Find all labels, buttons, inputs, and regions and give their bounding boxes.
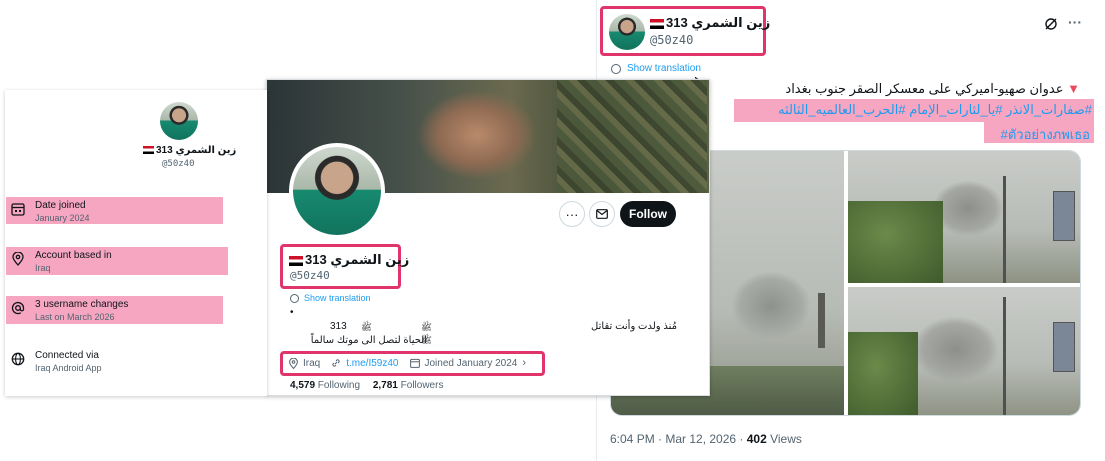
tweet-author-name[interactable]: زين الشمري 313 xyxy=(666,15,770,30)
tweet-views-label: Views xyxy=(766,432,802,446)
tweet-timestamp[interactable]: 6:04 PM · Mar 12, 2026 · xyxy=(610,432,747,446)
location-pin-icon xyxy=(289,357,298,369)
profile-handle: @50z40 xyxy=(290,269,330,282)
bio-dot: • xyxy=(290,307,294,318)
calendar-icon xyxy=(11,203,25,216)
globe-icon xyxy=(11,352,25,366)
iraq-flag-icon xyxy=(143,146,154,155)
tweet-hashtags-line1[interactable]: #صفارات_الانذر #يا_لثارات_الإمام #الحرب_… xyxy=(736,102,1092,118)
iraq-flag-icon xyxy=(289,255,303,266)
tweet-more-button[interactable]: ··· xyxy=(1068,14,1082,30)
profile-joined: Joined January 2024 xyxy=(424,357,518,369)
envelope-icon xyxy=(596,209,608,219)
followers-link[interactable]: 2,781 Followers xyxy=(373,380,444,391)
about-name-row: زين الشمري 313 xyxy=(143,145,236,156)
about-item-connected-via: Connected via Iraq Android App xyxy=(11,350,102,373)
following-link[interactable]: 4,579 Following xyxy=(290,380,360,391)
bio-right-text: مُنذ ولدت وأنت تقاتل xyxy=(591,321,677,332)
bio-mark-1: ﷺ xyxy=(361,322,372,332)
about-item-sub: Iraq xyxy=(35,263,51,273)
tweet-text-line1: ▼ عدوان صهيو-اميركي على معسكر الصقر جنوب… xyxy=(700,81,1080,97)
bio-mark-2: ﷺ xyxy=(421,322,432,332)
translate-icon xyxy=(611,63,621,74)
show-translation-link[interactable]: Show translation xyxy=(627,63,701,74)
profile-card: ··· Follow زين الشمري 313 @50z40 Show tr… xyxy=(266,79,710,396)
calendar-icon xyxy=(409,358,420,368)
link-icon xyxy=(332,359,340,367)
profile-location: Iraq xyxy=(303,357,321,369)
about-item-title: Account based in xyxy=(35,250,112,261)
profile-name: زين الشمري 313 xyxy=(305,252,410,267)
about-name: زين الشمري 313 xyxy=(156,145,237,156)
about-item-sub: January 2024 xyxy=(35,213,90,223)
tweet-author-avatar[interactable] xyxy=(609,14,645,50)
about-item-sub: Iraq Android App xyxy=(35,363,102,373)
profile-show-translation[interactable]: Show translation xyxy=(290,293,371,303)
profile-name-row: زين الشمري 313 xyxy=(289,252,409,268)
red-triangle-icon: ▼ xyxy=(1067,81,1080,96)
about-item-username-changes: 3 username changes Last on March 2026 xyxy=(11,299,128,322)
about-handle: @50z40 xyxy=(162,159,195,169)
about-item-date-joined: Date joined January 2024 xyxy=(11,200,90,223)
tweet-photo-3[interactable] xyxy=(848,287,1080,415)
tweet-author-name-row[interactable]: زين الشمري 313 xyxy=(650,15,770,31)
tweet-views-count: 402 xyxy=(746,432,767,446)
location-pin-icon xyxy=(12,252,24,266)
about-item-account-based-in: Account based in Iraq xyxy=(11,250,112,273)
translate-icon xyxy=(290,293,299,303)
at-icon xyxy=(11,301,25,315)
tweet-show-translation[interactable]: Show translation xyxy=(611,63,701,74)
profile-follow-stats: 4,579 Following 2,781 Followers xyxy=(290,380,443,391)
grok-icon[interactable] xyxy=(1044,17,1058,31)
tweet-photo-2[interactable] xyxy=(848,151,1080,283)
tweet-hashtags-line2[interactable]: #ตัวอย่างภพเธอ xyxy=(986,124,1090,145)
profile-avatar[interactable] xyxy=(289,143,385,239)
iraq-flag-icon xyxy=(650,18,664,29)
profile-more-button[interactable]: ··· xyxy=(559,201,585,227)
profile-website-link[interactable]: t.me/I59z40 xyxy=(346,358,398,369)
about-avatar xyxy=(160,102,198,140)
tweet-meta: 6:04 PM · Mar 12, 2026 · 402 Views xyxy=(610,432,802,446)
profile-meta-row: Iraq t.me/I59z40 Joined January 2024 › xyxy=(289,357,526,369)
tweet-author-handle[interactable]: @50z40 xyxy=(650,33,693,47)
bio-number: 313 xyxy=(330,321,347,332)
follow-button[interactable]: Follow xyxy=(620,201,676,227)
bio-line2: الحياة لتصل الى موتك سالماً xyxy=(310,335,427,346)
tweet-text: عدوان صهيو-اميركي على معسكر الصقر جنوب ب… xyxy=(785,81,1064,96)
about-item-title: Date joined xyxy=(35,200,86,211)
about-item-sub: Last on March 2026 xyxy=(35,312,115,322)
about-account-panel: زين الشمري 313 @50z40 Date joined January… xyxy=(5,90,267,396)
about-item-title: Connected via xyxy=(35,350,99,361)
chevron-right-icon[interactable]: › xyxy=(522,357,526,369)
message-button[interactable] xyxy=(589,201,615,227)
about-item-title: 3 username changes xyxy=(35,299,129,310)
